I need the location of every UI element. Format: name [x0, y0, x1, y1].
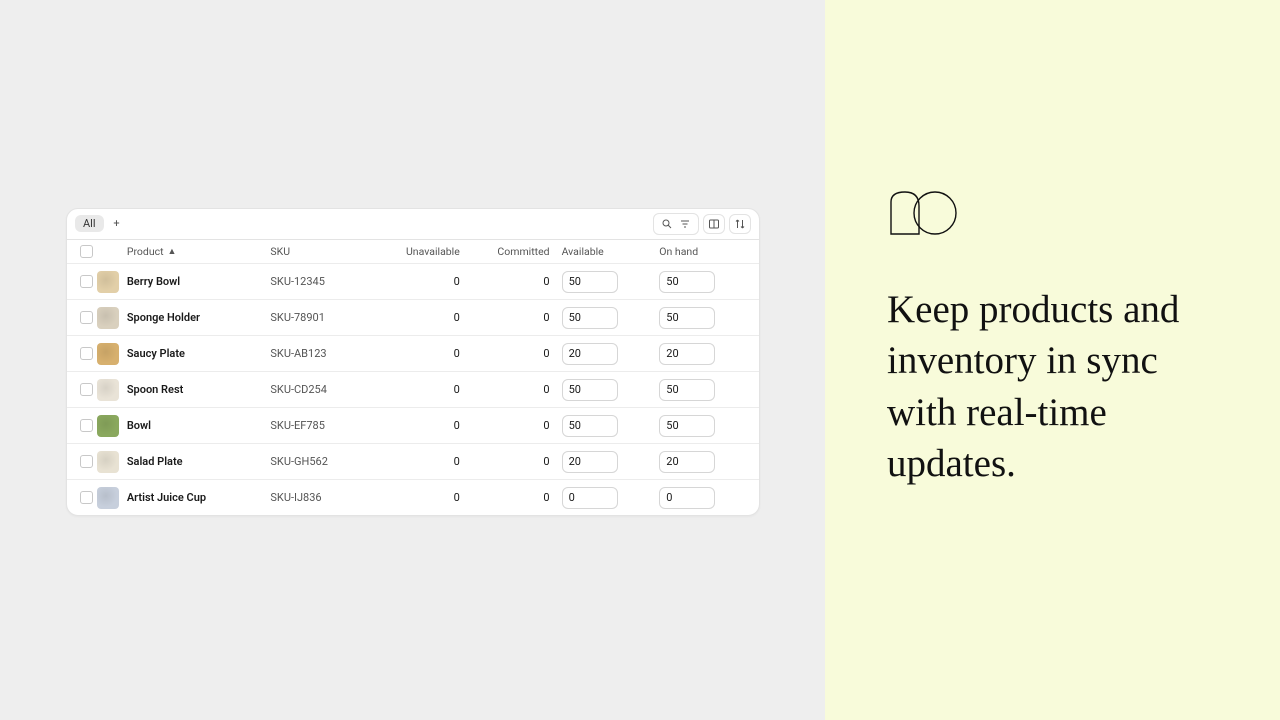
- unavailable-value: 0: [378, 455, 472, 468]
- col-header-sku[interactable]: SKU: [270, 245, 378, 258]
- committed-value: 0: [472, 347, 562, 360]
- onhand-input[interactable]: 50: [659, 379, 715, 401]
- product-thumbnail[interactable]: [97, 487, 119, 509]
- search-button[interactable]: [658, 216, 676, 232]
- col-header-product[interactable]: Product ▲: [123, 245, 271, 258]
- onhand-input[interactable]: 50: [659, 271, 715, 293]
- product-thumbnail[interactable]: [97, 307, 119, 329]
- col-header-available[interactable]: Available: [562, 245, 660, 258]
- product-name[interactable]: Saucy Plate: [123, 347, 271, 360]
- available-input[interactable]: 20: [562, 451, 618, 473]
- col-header-unavailable[interactable]: Unavailable: [378, 245, 472, 258]
- plus-icon: +: [113, 217, 119, 230]
- product-thumbnail[interactable]: [97, 343, 119, 365]
- row-checkbox[interactable]: [80, 383, 93, 396]
- search-icon: [661, 218, 673, 230]
- available-input[interactable]: 50: [562, 415, 618, 437]
- unavailable-value: 0: [378, 275, 472, 288]
- add-tab-button[interactable]: +: [108, 215, 126, 233]
- product-sku: SKU-AB123: [270, 347, 378, 360]
- unavailable-value: 0: [378, 383, 472, 396]
- columns-icon: [708, 218, 720, 230]
- available-input[interactable]: 50: [562, 307, 618, 329]
- row-checkbox[interactable]: [80, 455, 93, 468]
- row-checkbox[interactable]: [80, 275, 93, 288]
- table-header: Product ▲ SKU Unavailable Committed Avai…: [67, 239, 759, 263]
- search-filter-group: [653, 213, 699, 235]
- col-header-committed[interactable]: Committed: [472, 245, 562, 258]
- onhand-input[interactable]: 50: [659, 307, 715, 329]
- available-input[interactable]: 50: [562, 379, 618, 401]
- table-row: Spoon RestSKU-CD254005050: [67, 371, 759, 407]
- committed-value: 0: [472, 275, 562, 288]
- inventory-left-pane: All +: [0, 0, 825, 720]
- unavailable-value: 0: [378, 311, 472, 324]
- product-sku: SKU-GH562: [270, 455, 378, 468]
- brand-logo-icon: [887, 188, 957, 238]
- committed-value: 0: [472, 383, 562, 396]
- filter-button[interactable]: [676, 216, 694, 232]
- product-name[interactable]: Artist Juice Cup: [123, 491, 271, 504]
- product-name[interactable]: Spoon Rest: [123, 383, 271, 396]
- card-toolbar: All +: [71, 213, 755, 235]
- promo-right-pane: Keep products and inventory in sync with…: [825, 0, 1280, 720]
- sort-arrows-icon: [734, 218, 746, 230]
- row-checkbox[interactable]: [80, 419, 93, 432]
- available-input[interactable]: 0: [562, 487, 618, 509]
- product-sku: SKU-CD254: [270, 383, 378, 396]
- product-name[interactable]: Berry Bowl: [123, 275, 271, 288]
- promo-headline: Keep products and inventory in sync with…: [887, 284, 1230, 490]
- table-row: Artist Juice CupSKU-IJ8360000: [67, 479, 759, 515]
- committed-value: 0: [472, 455, 562, 468]
- table-row: Salad PlateSKU-GH562002020: [67, 443, 759, 479]
- table-row: Berry BowlSKU-12345005050: [67, 263, 759, 299]
- onhand-input[interactable]: 0: [659, 487, 715, 509]
- onhand-input[interactable]: 20: [659, 451, 715, 473]
- product-thumbnail[interactable]: [97, 415, 119, 437]
- product-thumbnail[interactable]: [97, 379, 119, 401]
- row-checkbox[interactable]: [80, 311, 93, 324]
- row-checkbox[interactable]: [80, 347, 93, 360]
- table-row: BowlSKU-EF785005050: [67, 407, 759, 443]
- inventory-card: All +: [66, 208, 760, 516]
- sort-asc-icon: ▲: [168, 246, 177, 257]
- product-sku: SKU-IJ836: [270, 491, 378, 504]
- product-name[interactable]: Salad Plate: [123, 455, 271, 468]
- committed-value: 0: [472, 491, 562, 504]
- sort-button[interactable]: [729, 214, 751, 234]
- unavailable-value: 0: [378, 347, 472, 360]
- committed-value: 0: [472, 419, 562, 432]
- row-checkbox[interactable]: [80, 491, 93, 504]
- filter-icon: [679, 218, 691, 230]
- table-row: Saucy PlateSKU-AB123002020: [67, 335, 759, 371]
- product-sku: SKU-EF785: [270, 419, 378, 432]
- table-row: Sponge HolderSKU-78901005050: [67, 299, 759, 335]
- columns-button[interactable]: [703, 214, 725, 234]
- committed-value: 0: [472, 311, 562, 324]
- onhand-input[interactable]: 50: [659, 415, 715, 437]
- unavailable-value: 0: [378, 491, 472, 504]
- product-sku: SKU-78901: [270, 311, 378, 324]
- col-header-onhand[interactable]: On hand: [659, 245, 759, 258]
- product-sku: SKU-12345: [270, 275, 378, 288]
- product-thumbnail[interactable]: [97, 451, 119, 473]
- onhand-input[interactable]: 20: [659, 343, 715, 365]
- product-name[interactable]: Sponge Holder: [123, 311, 271, 324]
- select-all-checkbox[interactable]: [80, 245, 93, 258]
- available-input[interactable]: 20: [562, 343, 618, 365]
- unavailable-value: 0: [378, 419, 472, 432]
- col-header-product-label: Product: [127, 245, 164, 258]
- tab-all[interactable]: All: [75, 215, 104, 232]
- product-name[interactable]: Bowl: [123, 419, 271, 432]
- available-input[interactable]: 50: [562, 271, 618, 293]
- product-thumbnail[interactable]: [97, 271, 119, 293]
